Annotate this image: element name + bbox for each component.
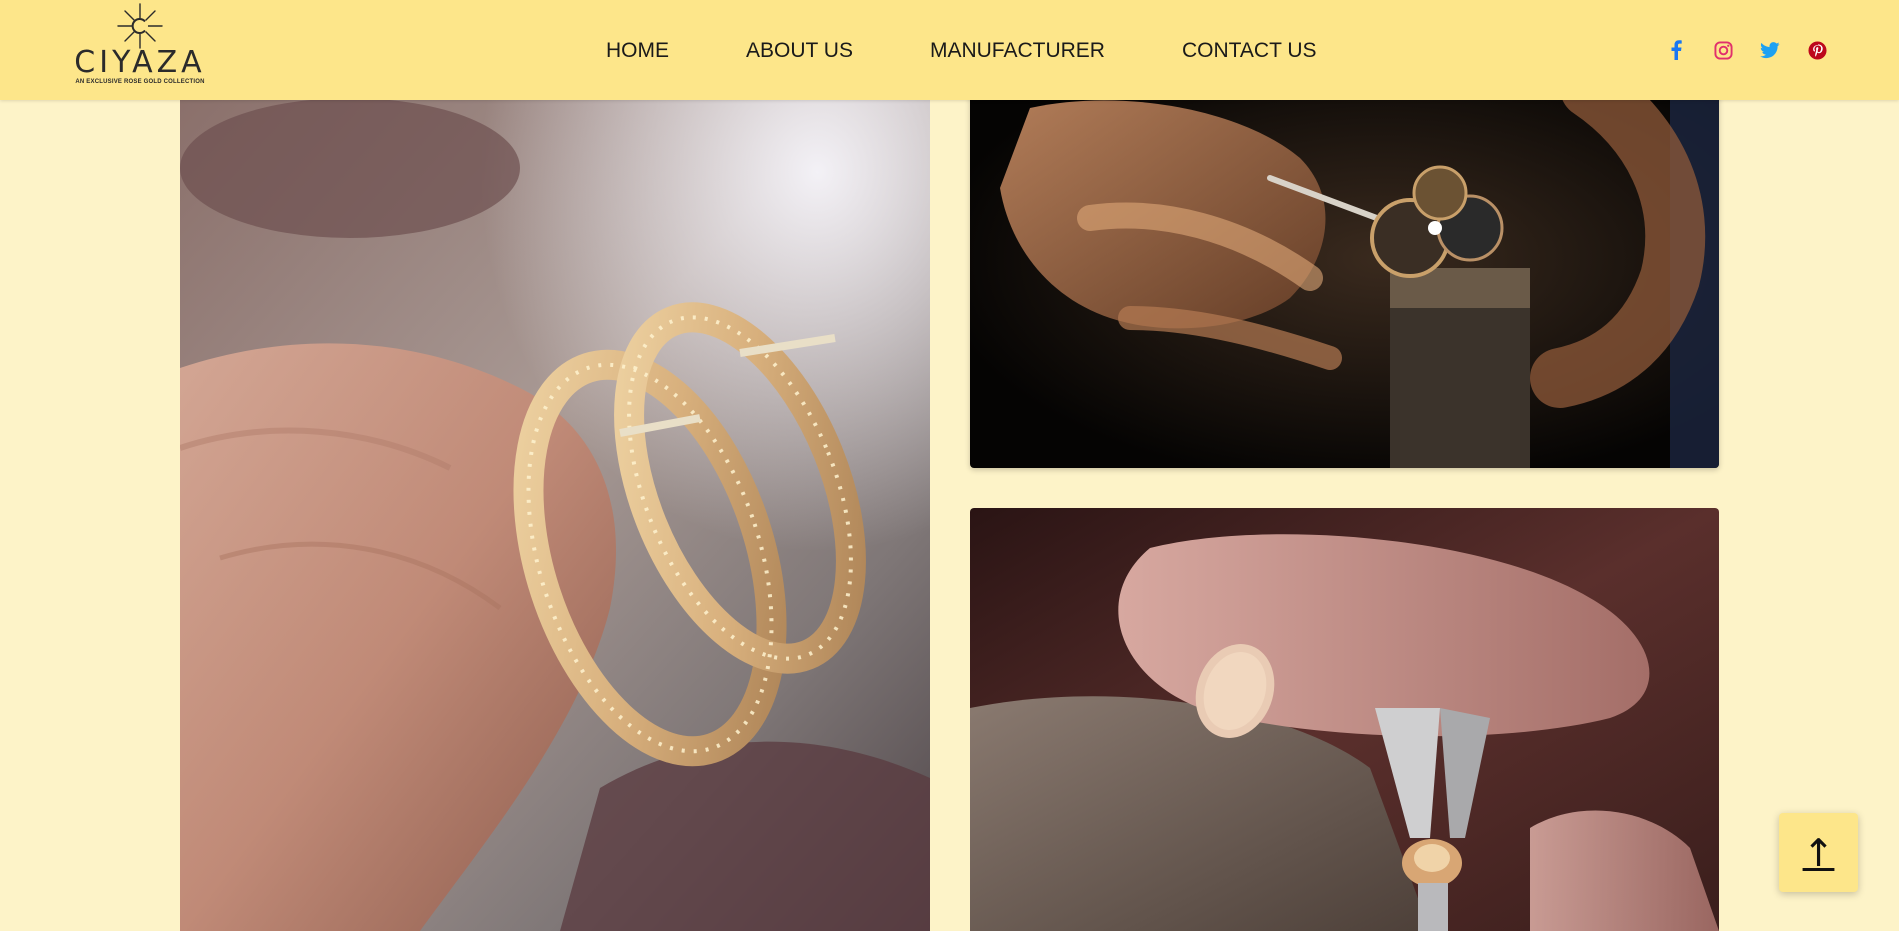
nav-contact-us[interactable]: CONTACT US — [1182, 36, 1317, 66]
main-nav: HOME ABOUT US MANUFACTURER CONTACT US — [606, 36, 1317, 66]
nav-manufacturer[interactable]: MANUFACTURER — [930, 36, 1105, 66]
instagram-icon[interactable] — [1711, 38, 1735, 62]
back-to-top-button[interactable]: ↑ — [1779, 813, 1858, 892]
site-header: CIYAZA AN EXCLUSIVE ROSE GOLD COLLECTION… — [0, 0, 1899, 100]
social-links — [1664, 38, 1829, 64]
brand-tagline: AN EXCLUSIVE ROSE GOLD COLLECTION — [75, 79, 205, 85]
facebook-icon[interactable] — [1664, 38, 1688, 62]
twitter-icon[interactable] — [1758, 38, 1782, 62]
pinterest-icon[interactable] — [1805, 38, 1829, 62]
nav-home[interactable]: HOME — [606, 36, 669, 66]
jeweler-setting-brooch-photo[interactable] — [970, 88, 1719, 468]
rose-gold-ear-cuff-photo[interactable] — [180, 88, 930, 931]
jeweler-setting-ring-photo[interactable] — [970, 508, 1719, 931]
ciyaza-logo[interactable]: CIYAZA AN EXCLUSIVE ROSE GOLD COLLECTION — [74, 2, 206, 86]
sparkle-logo-icon — [117, 3, 163, 49]
nav-about-us[interactable]: ABOUT US — [746, 36, 853, 66]
brand-name: CIYAZA — [74, 45, 206, 80]
